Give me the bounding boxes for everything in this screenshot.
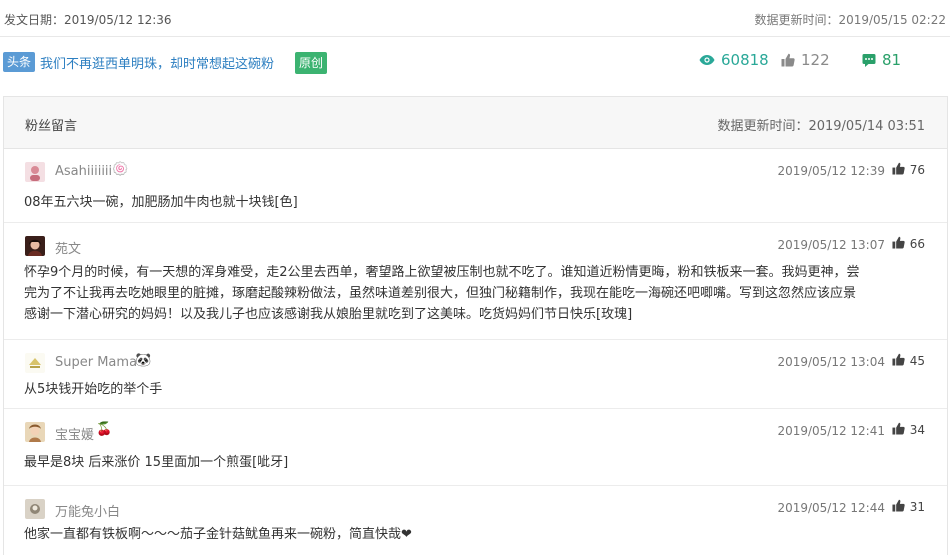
panel-header: 粉丝留言 数据更新时间：2019/05/14 03:51 xyxy=(4,97,947,149)
like-count: 66 xyxy=(909,237,925,251)
thumbs-up-icon xyxy=(892,353,905,369)
comment-time: 2019/05/12 12:44 xyxy=(777,501,885,515)
comment-username[interactable]: Asahiiiiiii xyxy=(55,164,112,179)
fan-comments-panel: 粉丝留言 数据更新时间：2019/05/14 03:51 Asahiiiiiii… xyxy=(3,96,948,555)
comment-time: 2019/05/12 13:04 xyxy=(777,355,885,369)
comment-item: 宝宝媛 🍒 2019/05/12 12:41 34 最早是8块 后来涨价 15里… xyxy=(4,410,947,486)
like-count: 45 xyxy=(909,354,925,368)
comment-text-line: 完为了不让我再去吃她眼里的脏摊，琢磨起酸辣粉做法，虽然味道差别很大，但独门秘籍制… xyxy=(24,286,857,301)
data-update-time: 数据更新时间：2019/05/15 02:22 xyxy=(754,13,946,27)
panel-update-time: 数据更新时间：2019/05/14 03:51 xyxy=(717,119,925,134)
avatar xyxy=(25,499,45,519)
likes-count: 122 xyxy=(801,51,830,69)
avatar xyxy=(25,236,45,256)
comments-stat: 81 xyxy=(862,51,901,69)
comment-icon xyxy=(862,53,876,67)
comment-item: Super Mama 🐼 2019/05/12 13:04 45 从5块钱开始吃… xyxy=(4,341,947,409)
panel-title: 粉丝留言 xyxy=(25,119,78,134)
publish-date: 发文日期：2019/05/12 12:36 xyxy=(4,13,172,27)
comment-text: 最早是8块 后来涨价 15里面加一个煎蛋[呲牙] xyxy=(24,455,289,470)
eye-icon xyxy=(699,54,715,66)
like-count: 34 xyxy=(909,423,925,437)
comment-text: 08年五六块一碗，加肥肠加牛肉也就十块钱[色] xyxy=(24,195,298,210)
comment-item: 万能兔小白 2019/05/12 12:44 31 他家一直都有铁板啊～～～茄子… xyxy=(4,487,947,555)
comment-text: 从5块钱开始吃的举个手 xyxy=(24,382,163,397)
panda-icon: 🐼 xyxy=(135,353,152,368)
like-count: 76 xyxy=(909,163,925,177)
avatar xyxy=(25,353,45,373)
comment-like[interactable]: 66 xyxy=(892,236,925,252)
thumbs-up-icon xyxy=(892,162,905,178)
comment-like[interactable]: 31 xyxy=(892,499,925,515)
avatar xyxy=(25,162,45,182)
article-row: 头条 我们不再逛西单明珠，却时常想起这碗粉 原创 60818 122 81 xyxy=(0,38,950,93)
headline-tag: 头条 xyxy=(3,52,36,72)
comment-time: 2019/05/12 12:39 xyxy=(777,164,885,178)
thumbs-up-icon xyxy=(892,236,905,252)
comment-like[interactable]: 76 xyxy=(892,162,925,178)
thumbs-up-icon xyxy=(892,422,905,438)
article-title-link[interactable]: 我们不再逛西单明珠，却时常想起这碗粉 xyxy=(40,53,274,72)
like-count: 31 xyxy=(909,500,925,514)
comment-like[interactable]: 34 xyxy=(892,422,925,438)
views-stat: 60818 xyxy=(699,51,769,69)
comment-text-line: 感谢一下潜心研究的妈妈！以及我儿子也应该感谢我从娘胎里就吃到了这美味。吃货妈妈们… xyxy=(24,307,633,322)
thumbs-up-icon xyxy=(892,499,905,515)
original-tag: 原创 xyxy=(295,52,328,74)
comment-time: 2019/05/12 13:07 xyxy=(777,238,885,252)
comment-text-line: 怀孕9个月的时候，有一天想的浑身难受，走2公里去西单，奢望路上欲望被压制也就不吃… xyxy=(24,265,860,280)
comment-time: 2019/05/12 12:41 xyxy=(777,424,885,438)
top-info-bar: 发文日期：2019/05/12 12:36 数据更新时间：2019/05/15 … xyxy=(0,0,950,37)
comment-username[interactable]: 宝宝媛 xyxy=(55,424,94,443)
comment-username[interactable]: 苑文 xyxy=(55,238,81,257)
avatar xyxy=(25,422,45,442)
comment-item: Asahiiiiiii 🍥 2019/05/12 12:39 76 08年五六块… xyxy=(4,150,947,223)
comment-like[interactable]: 45 xyxy=(892,353,925,369)
likes-stat: 122 xyxy=(781,51,830,69)
badge-icon: 🍥 xyxy=(112,162,129,177)
comment-username[interactable]: Super Mama xyxy=(55,355,137,370)
views-count: 60818 xyxy=(721,51,769,69)
cherry-icon: 🍒 xyxy=(96,422,113,437)
comment-username[interactable]: 万能兔小白 xyxy=(55,501,120,520)
comments-count: 81 xyxy=(882,51,902,69)
thumbs-up-icon xyxy=(781,53,795,67)
comment-text: 他家一直都有铁板啊～～～茄子金针菇鱿鱼再来一碗粉，简直快哉❤ xyxy=(24,527,412,542)
comment-item: 苑文 2019/05/12 13:07 66 怀孕9个月的时候，有一天想的浑身难… xyxy=(4,224,947,340)
comment-text: 怀孕9个月的时候，有一天想的浑身难受，走2公里去西单，奢望路上欲望被压制也就不吃… xyxy=(24,262,929,325)
